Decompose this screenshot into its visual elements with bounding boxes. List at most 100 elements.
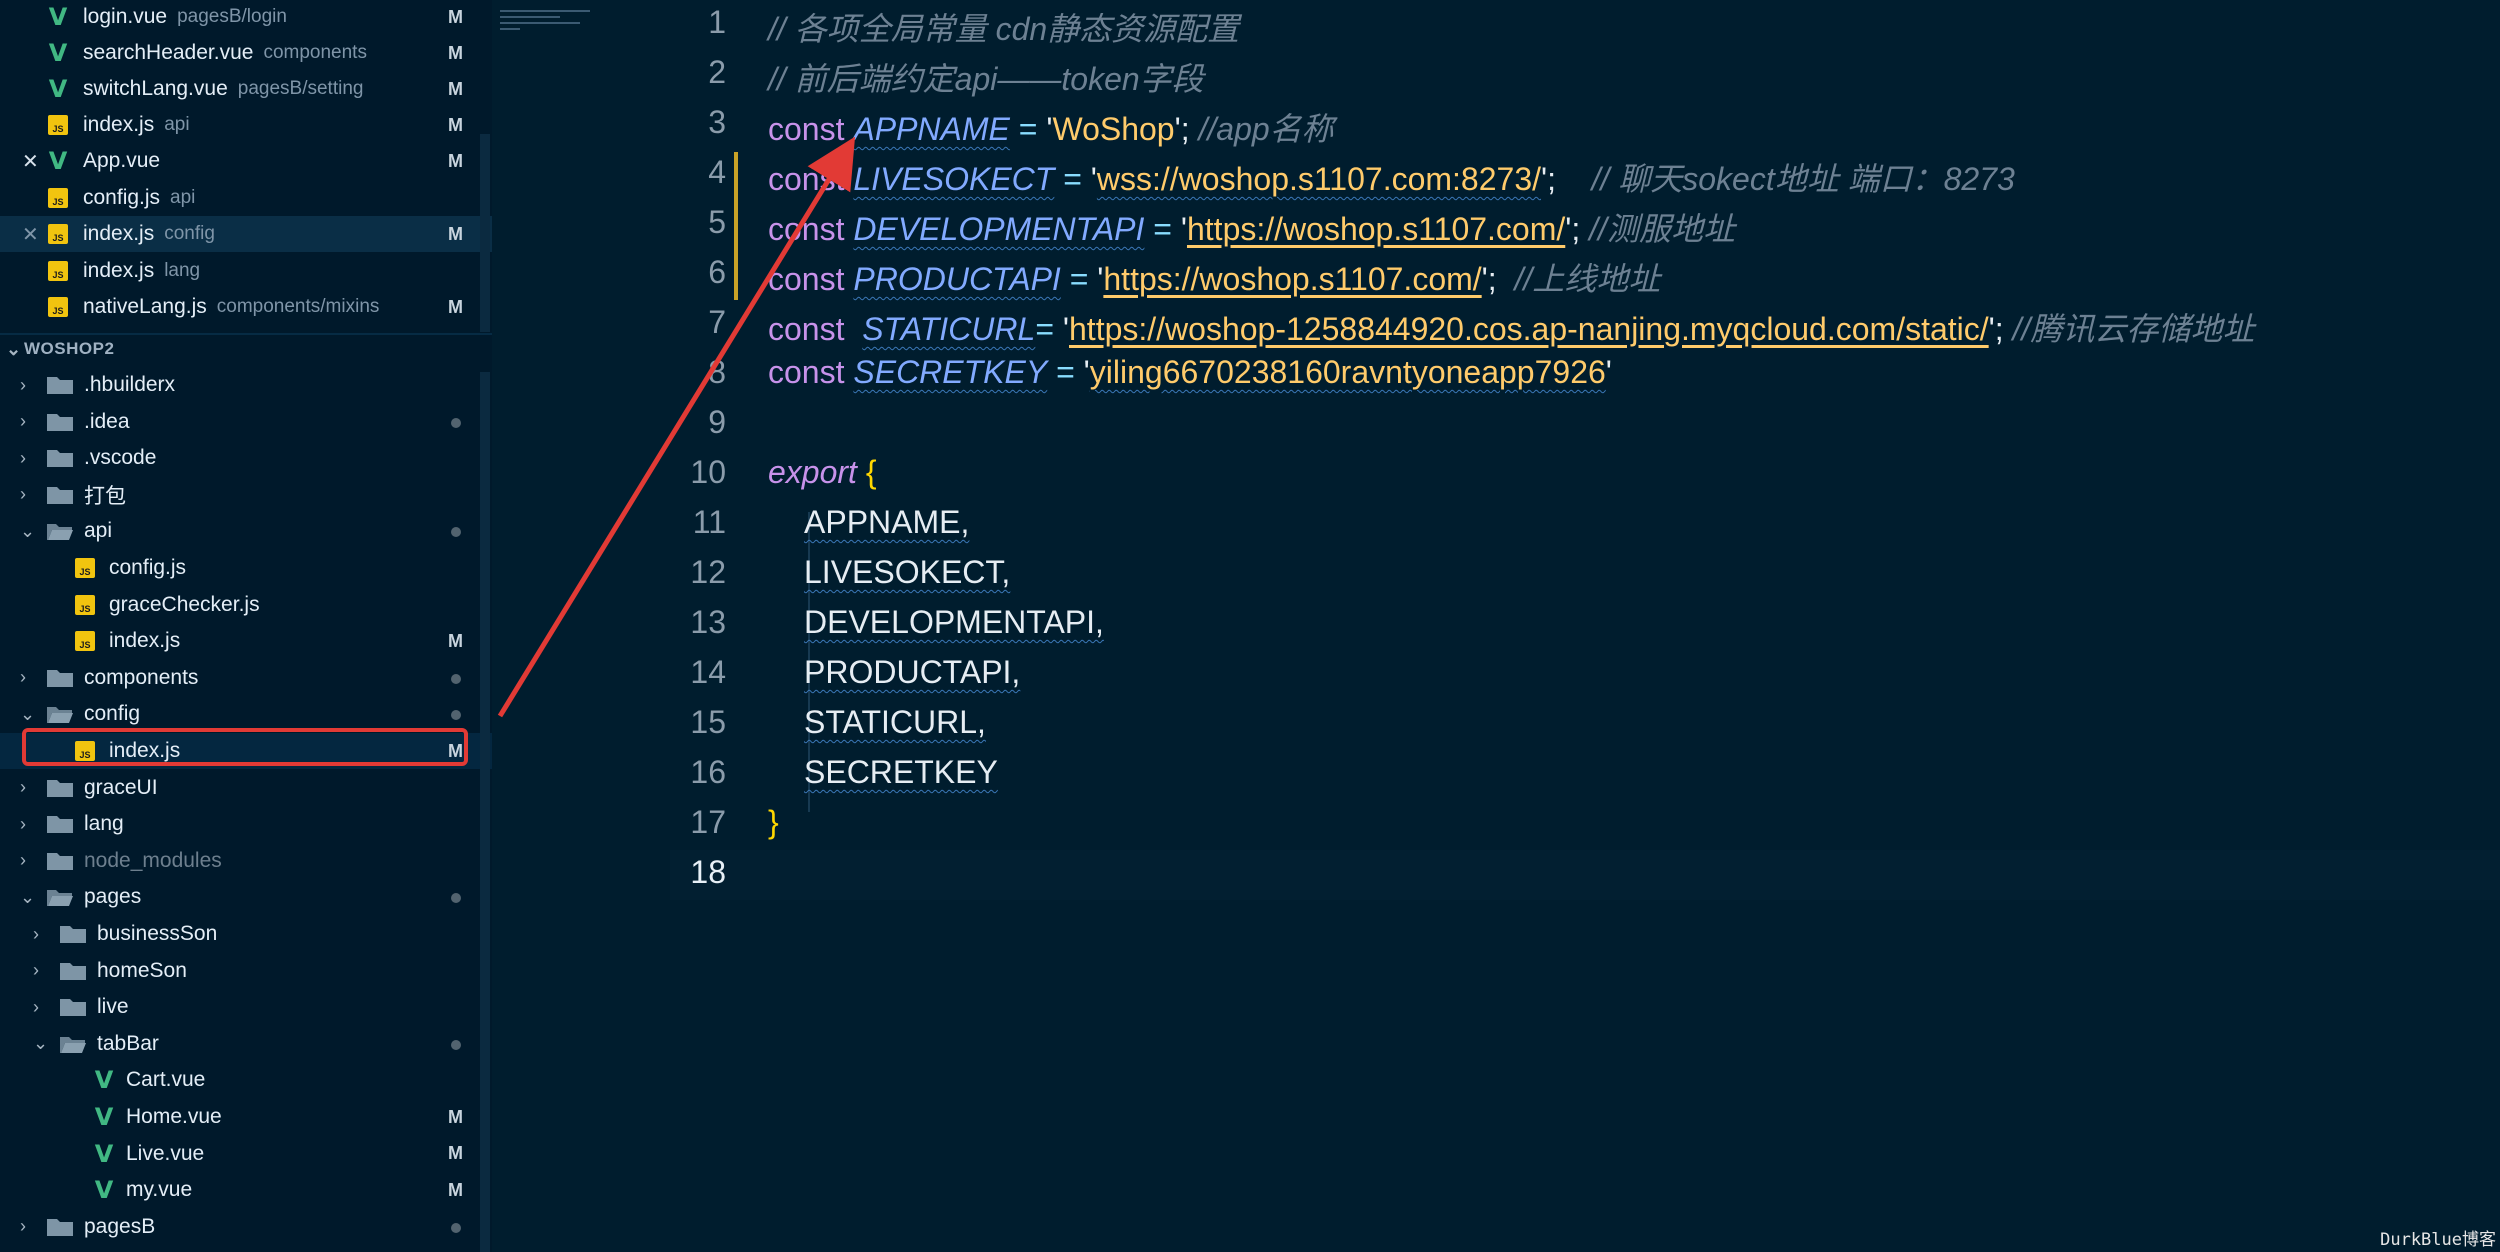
export-identifier: SECRETKEY: [804, 754, 998, 790]
tree-file-7[interactable]: JS index.js M: [0, 623, 492, 659]
brace: }: [768, 804, 779, 840]
folder-name: tabBar: [97, 1031, 159, 1055]
git-status-badge: M: [448, 6, 463, 27]
git-status-badge: M: [448, 78, 463, 99]
code-line-5: 5 const DEVELOPMENTAPI = 'https://woshop…: [670, 200, 2500, 250]
js-file-icon: JS: [75, 594, 95, 615]
tree-folder-17[interactable]: › live: [0, 989, 492, 1025]
open-editor-item[interactable]: JS nativeLang.js components/mixins M: [0, 289, 492, 325]
modified-dot-icon: [451, 1039, 461, 1050]
file-name: Cart.vue: [126, 1068, 206, 1092]
quote: ';: [1988, 311, 2004, 347]
line-number: 10: [690, 454, 726, 490]
close-icon[interactable]: ✕: [22, 222, 39, 247]
open-editor-item[interactable]: JS index.js lang: [0, 253, 492, 289]
string-value: wss://woshop.s1107.com:8273/: [1096, 161, 1541, 197]
open-editor-item[interactable]: ✕ JS index.js config M: [0, 216, 492, 252]
code-content: const LIVESOKECT = 'wss://woshop.s1107.c…: [768, 154, 2015, 200]
folder-name: .hbuilderx: [84, 373, 176, 396]
tree-file-5[interactable]: JS config.js: [0, 550, 492, 586]
code-line-13: 13 DEVELOPMENTAPI,: [670, 600, 2500, 650]
tree-folder-2[interactable]: › .vscode: [0, 440, 492, 476]
folder-icon: [46, 411, 74, 433]
open-editor-item[interactable]: VsearchHeader.vue components M: [0, 35, 492, 71]
minimap[interactable]: [500, 8, 610, 36]
folder-icon: [46, 374, 74, 396]
folder-icon: [59, 1033, 87, 1055]
tree-folder-15[interactable]: › businessSon: [0, 916, 492, 952]
highlight-box: [22, 728, 468, 766]
tree-folder-0[interactable]: › .hbuilderx: [0, 367, 492, 403]
file-name: index.js: [109, 629, 181, 653]
chevron-right-icon: ›: [20, 667, 26, 688]
open-editor-item[interactable]: VswitchLang.vue pagesB/setting M: [0, 71, 492, 107]
tree-folder-14[interactable]: ⌄ pages: [0, 879, 492, 915]
open-editor-item[interactable]: JS config.js api: [0, 180, 492, 216]
close-icon[interactable]: ✕: [22, 149, 39, 174]
constant-name: PRODUCTAPI: [853, 261, 1061, 297]
keyword: export: [768, 454, 857, 490]
file-name: index.js: [83, 113, 155, 136]
constant-name: SECRETKEY: [853, 354, 1048, 390]
open-editors-scrollbar[interactable]: [480, 134, 490, 332]
code-line-15: 15 STATICURL,: [670, 700, 2500, 750]
vue-file-icon: V: [48, 147, 68, 175]
tree-file-21[interactable]: V Live.vue M: [0, 1136, 492, 1172]
tree-file-22[interactable]: Vmy.vue M: [0, 1172, 492, 1208]
git-status-badge: M: [448, 296, 463, 317]
tree-folder-8[interactable]: › components: [0, 660, 492, 696]
url-link[interactable]: https://woshop-1258844920.cos.ap-nanjing…: [1069, 311, 1989, 347]
open-editor-item[interactable]: Vlogin.vue pagesB/login M: [0, 0, 492, 35]
code-editor[interactable]: 1 // 各项全局常量 cdn静态资源配置 2 // 前后端约定api——tok…: [670, 0, 2500, 1252]
line-number: 12: [690, 554, 726, 590]
tree-file-6[interactable]: JS graceChecker.js: [0, 587, 492, 623]
chevron-right-icon: ›: [20, 813, 26, 834]
chevron-right-icon: ›: [33, 960, 39, 981]
tree-folder-12[interactable]: › lang: [0, 806, 492, 842]
file-path: lang: [164, 260, 201, 281]
line-number: 1: [708, 4, 726, 40]
tree-folder-3[interactable]: › 打包: [0, 477, 492, 513]
line-number: 13: [690, 604, 726, 640]
line-number: 7: [708, 304, 726, 340]
url-link[interactable]: https://woshop.s1107.com/: [1103, 261, 1481, 297]
code-line-14: 14 PRODUCTAPI,: [670, 650, 2500, 700]
tree-folder-4[interactable]: ⌄ api: [0, 513, 492, 549]
file-tree-scrollbar[interactable]: [480, 372, 490, 1252]
project-section-header[interactable]: ⌄ WOSHOP2: [0, 331, 492, 367]
js-file-icon: JS: [75, 558, 95, 578]
code-content: const PRODUCTAPI = 'https://woshop.s1107…: [768, 254, 1660, 300]
tree-file-20[interactable]: V Home.vue M: [0, 1099, 492, 1135]
tree-folder-16[interactable]: › homeSon: [0, 953, 492, 989]
keyword: const: [768, 354, 845, 390]
folder-name: live: [97, 995, 129, 1019]
git-status-badge: M: [448, 114, 463, 135]
line-number: 18: [690, 854, 726, 890]
git-status-badge: M: [448, 1143, 463, 1164]
folder-name: api: [84, 519, 113, 543]
chevron-right-icon: ›: [33, 996, 39, 1017]
tree-folder-13[interactable]: › node_modules: [0, 843, 492, 879]
chevron-right-icon: ›: [20, 850, 26, 871]
quote: ';: [1565, 211, 1581, 247]
code-content: const DEVELOPMENTAPI = 'https://woshop.s…: [768, 204, 1735, 250]
code-line-2: 2 // 前后端约定api——token字段: [670, 50, 2500, 100]
tree-file-19[interactable]: V Cart.vue: [0, 1062, 492, 1098]
git-status-badge: M: [448, 223, 463, 244]
tree-folder-11[interactable]: › graceUI: [0, 770, 492, 806]
folder-icon: [46, 1216, 74, 1238]
url-link[interactable]: https://woshop.s1107.com/: [1187, 211, 1565, 247]
constant-name: DEVELOPMENTAPI: [853, 211, 1145, 247]
operator: =: [1035, 311, 1054, 347]
code-comment: // 各项全局常量 cdn静态资源配置: [768, 11, 1240, 47]
tree-folder-18[interactable]: ⌄ tabBar: [0, 1026, 492, 1062]
file-path: components: [263, 42, 367, 63]
open-editor-item[interactable]: JS index.js api M: [0, 107, 492, 143]
tree-folder-1[interactable]: › .idea: [0, 404, 492, 440]
code-line-7: 7 const STATICURL= 'https://woshop-12588…: [670, 300, 2500, 350]
tree-folder-9[interactable]: ⌄ config: [0, 696, 492, 732]
code-line-4: 4 const LIVESOKECT = 'wss://woshop.s1107…: [670, 150, 2500, 200]
quote: ';: [1174, 111, 1190, 147]
tree-folder-23[interactable]: › pagesB: [0, 1209, 492, 1245]
open-editor-item[interactable]: ✕ V App.vue M: [0, 143, 492, 179]
